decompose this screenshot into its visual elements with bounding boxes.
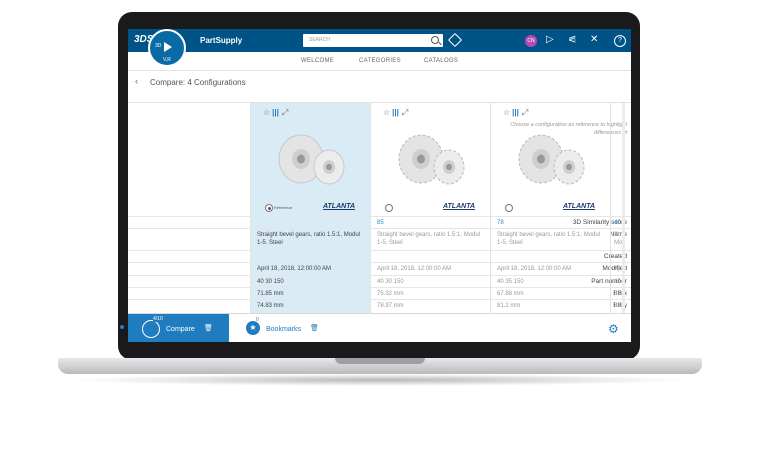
star-icon[interactable]: ☆ [383,108,390,117]
compare-icon [142,320,160,338]
part-name: St Mo [614,232,623,246]
laptop-notch [335,358,425,364]
column-toolbar: ☆ ||| ⤢ [263,108,288,118]
gear-icon[interactable]: ⚙ [608,322,619,336]
laptop-shadow [70,374,690,386]
search-input[interactable]: SEARCH [303,34,443,47]
attribute-labels [128,103,250,313]
row-divider [128,262,631,263]
column-toolbar: ☆ ||| ⤢ [383,108,408,118]
column-toolbar: ☆ ||| ⤢ [503,108,528,118]
trash-icon[interactable]: 🗑 [310,324,319,332]
part-number-value: 40 [614,279,621,285]
expand-icon[interactable]: ⤢ [402,108,408,117]
search-placeholder: SEARCH [309,37,330,43]
row-divider [128,216,631,217]
compare-bars-icon[interactable]: ||| [392,108,399,117]
modified-value: Ap [614,266,622,272]
nav-categories[interactable]: CATEGORIES [359,58,401,64]
vertical-scrollbar[interactable] [622,103,625,313]
bookmarks-button[interactable]: Bookmarks [266,326,301,333]
expand-icon[interactable]: ⤢ [522,108,528,117]
notification-icon[interactable]: ▷ [546,34,554,46]
nav-welcome[interactable]: WELCOME [301,58,334,64]
compare-label: Compare [166,326,195,333]
bb-y-value: 83 [614,303,621,309]
nav-catalogs[interactable]: CATALOGS [424,58,458,64]
part-number-value: 40 35 150 [497,279,524,285]
row-divider [128,299,631,300]
reference-radio[interactable] [385,204,393,212]
compare-bars-icon[interactable]: ||| [512,108,519,117]
compare-bars-icon[interactable]: ||| [272,108,279,117]
bb-x-value: 83 [614,291,621,297]
reference-label: Reference [274,205,293,210]
reference-radio[interactable] [265,204,273,212]
row-divider [128,275,631,276]
bookmarks-count: 0 [256,317,259,323]
play-icon [164,42,172,52]
config-column-2[interactable]: ☆ ||| ⤢ ATLANTA 85 Straight bevel gears, r… [370,103,490,313]
part-name: Straight bevel gears, ratio 1.5:1, Modul… [497,232,601,246]
main-nav: WELCOME CATEGORIES CATALOGS [128,52,631,71]
bb-y-value: 78.97 mm [377,303,404,309]
bottom-bar: 4/10 Compare 🗑 ★ 0 Bookmarks 🗑 ⚙ [128,313,631,342]
row-divider [128,250,631,251]
compare-button[interactable]: 4/10 Compare 🗑 [128,314,229,342]
tools-icon[interactable]: ✕ [590,34,598,46]
similarity-score: 78 [497,220,504,226]
config-column-1[interactable]: ☆ ||| ⤢ Reference ATLANTA Straight bevel g… [250,103,370,313]
bb-x-value: 67.88 mm [497,291,524,297]
gear-image [278,134,345,185]
page-title: Compare: 4 Configurations [150,78,246,87]
brand-logo: ATLANTA [443,203,476,210]
reference-radio[interactable] [505,204,513,212]
top-bar: 3DS PartSupply SEARCH CN ▷ ⪗ ✕ ? [128,29,631,52]
similarity-score: 85 [377,220,384,226]
bb-x-value: 71.85 mm [257,291,284,297]
modified-value: April 18, 2018, 12:00:00 AM [377,266,452,272]
tag-icon[interactable] [447,32,463,48]
part-number-value: 40 30 150 [257,279,284,285]
bb-y-value: 81.2 mm [497,303,521,309]
row-divider [128,287,631,288]
part-number-value: 40 30 150 [377,279,404,285]
bb-y-value: 74.83 mm [257,303,284,309]
part-name: Straight bevel gears, ratio 1.5:1, Modul… [257,232,361,246]
brand-logo: ATLANTA [323,203,356,210]
star-icon[interactable]: ☆ [503,108,510,117]
config-column-3[interactable]: ☆ ||| ⤢ ATLANTA 78 Straight bevel gears, r… [490,103,610,313]
row-divider [128,228,631,229]
gear-image [398,134,465,185]
search-icon[interactable] [431,36,439,44]
gear-image [518,134,585,185]
star-icon[interactable]: ☆ [263,108,270,117]
compass-3d-label: 3D [155,43,162,49]
expand-icon[interactable]: ⤢ [282,108,288,117]
back-button[interactable]: ‹ [135,76,138,86]
bookmarks-icon[interactable]: ★ [246,321,260,335]
avatar[interactable]: CN [525,35,537,47]
modified-value: April 18, 2018, 12:00:00 AM [497,266,572,272]
connector-dot [120,325,124,329]
share-icon[interactable]: ⪗ [568,34,576,46]
similarity-score: 40 [614,220,621,226]
app-title: PartSupply [200,36,243,45]
trash-icon[interactable]: 🗑 [204,324,213,332]
part-name: Straight bevel gears, ratio 1.5:1, Modul… [377,232,481,246]
help-icon[interactable]: ? [614,35,626,47]
modified-value: April 18, 2018, 12:00:00 AM [257,266,332,272]
compare-count: 4/10 [153,316,163,322]
app-screen: 3DS PartSupply SEARCH CN ▷ ⪗ ✕ ? 3D V,R … [128,29,631,342]
bb-x-value: 75.32 mm [377,291,404,297]
brand-logo: ATLANTA [563,203,596,210]
